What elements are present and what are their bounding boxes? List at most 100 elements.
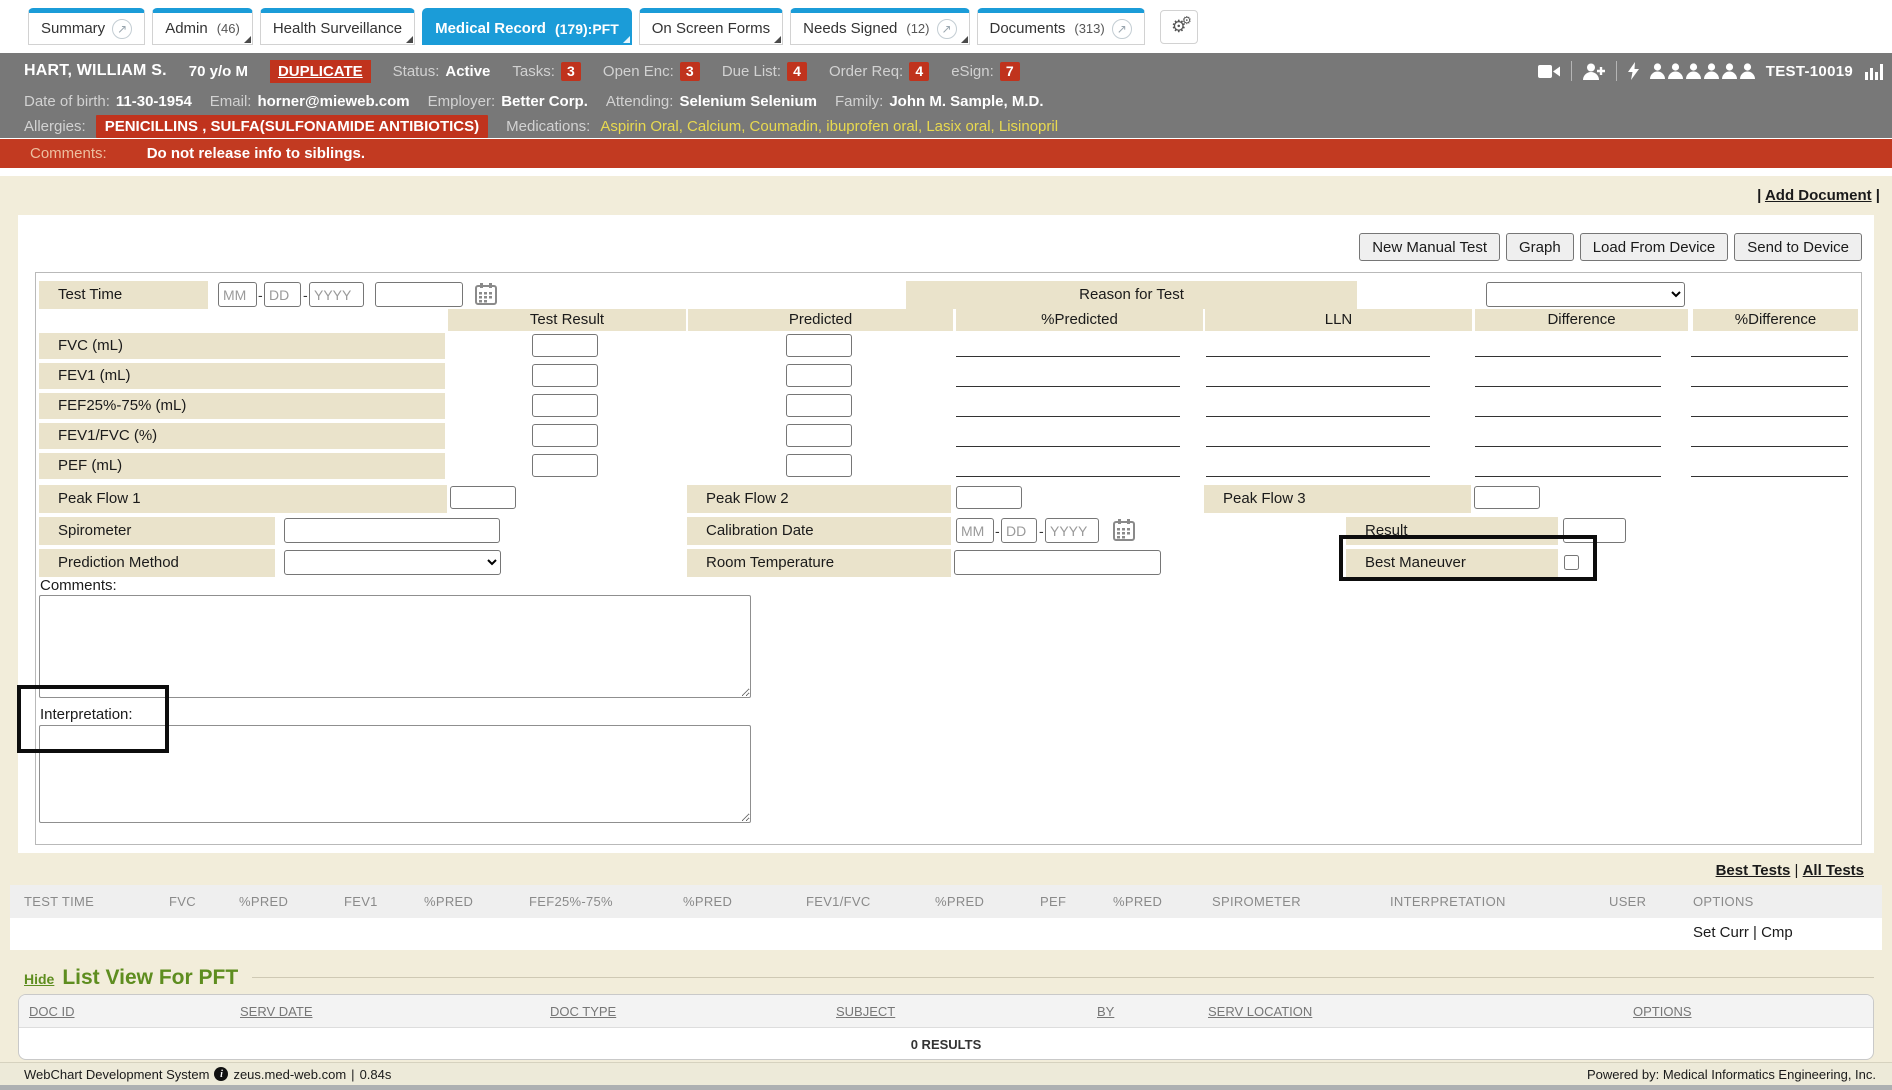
fev1-lln-line (1206, 386, 1430, 387)
peak-flow-2-input[interactable] (956, 486, 1022, 509)
popout-icon[interactable]: ↗ (1112, 19, 1132, 39)
test-time-label: Test Time (39, 281, 208, 309)
fev1fvc-lln-line (1206, 446, 1430, 447)
allergies-value[interactable]: PENICILLINS , SULFA(SULFONAMIDE ANTIBIOT… (96, 115, 488, 138)
new-manual-test-button[interactable]: New Manual Test (1359, 233, 1500, 261)
fev1fvc-predicted-input[interactable] (786, 424, 852, 447)
test-time-day-input[interactable] (264, 282, 301, 307)
tab-documents[interactable]: Documents (313) ↗ (977, 8, 1145, 45)
calendar-icon[interactable] (1113, 518, 1135, 542)
status-label: Status: (393, 63, 440, 80)
fvc-predicted-input[interactable] (786, 334, 852, 357)
calendar-icon[interactable] (475, 282, 497, 306)
popout-icon[interactable]: ↗ (937, 19, 957, 39)
results-col-fef: FEF25%-75% (529, 894, 613, 909)
due-list-badge[interactable]: 4 (787, 62, 807, 81)
add-document-link[interactable]: | Add Document | (1757, 187, 1880, 204)
pef-pct-predicted-line (956, 476, 1180, 477)
all-tests-link[interactable]: All Tests (1803, 862, 1864, 879)
fef-lln-line (1206, 416, 1430, 417)
load-from-device-button[interactable]: Load From Device (1580, 233, 1729, 261)
interpretation-textarea[interactable] (39, 725, 751, 823)
results-col-test-time: TEST TIME (24, 894, 94, 909)
patient-age-sex: 70 y/o M (189, 63, 248, 80)
test-time-month-input[interactable] (218, 282, 257, 307)
fef-test-result-input[interactable] (532, 394, 598, 417)
pef-test-result-input[interactable] (532, 454, 598, 477)
tab-summary[interactable]: Summary ↗ (28, 8, 145, 45)
comments-textarea[interactable] (39, 595, 751, 698)
fvc-test-result-input[interactable] (532, 334, 598, 357)
spirometer-input[interactable] (284, 518, 500, 543)
test-time-time-input[interactable] (375, 282, 463, 307)
pft-row-fef: FEF25%-75% (mL) (36, 393, 1861, 421)
peak-flow-1-input[interactable] (450, 486, 516, 509)
user-icon (1686, 63, 1701, 79)
pef-lln-line (1206, 476, 1430, 477)
date-separator: - (303, 287, 308, 303)
doc-col-subject[interactable]: SUBJECT (836, 1004, 895, 1019)
bar-chart-icon[interactable] (1864, 62, 1884, 80)
esign-badge[interactable]: 7 (1000, 62, 1020, 81)
empty-results-row: 0 RESULTS (19, 1028, 1873, 1060)
tab-admin[interactable]: Admin (46) (152, 8, 253, 45)
fef-predicted-input[interactable] (786, 394, 852, 417)
due-list-label: Due List: (722, 63, 781, 80)
order-req-badge[interactable]: 4 (909, 62, 929, 81)
results-col-spirometer: SPIROMETER (1212, 894, 1301, 909)
interpretation-label: Interpretation: (40, 706, 133, 723)
bottom-strip (0, 1085, 1892, 1090)
graph-button[interactable]: Graph (1506, 233, 1574, 261)
list-view-title: List View For PFT (62, 966, 238, 990)
tab-on-screen-forms[interactable]: On Screen Forms (639, 8, 783, 45)
add-user-icon[interactable] (1583, 63, 1605, 80)
row-label: FVC (mL) (39, 333, 445, 359)
popout-icon[interactable]: ↗ (112, 19, 132, 39)
tab-fold-icon (406, 36, 413, 43)
divider (1616, 61, 1617, 81)
tasks-badge[interactable]: 3 (561, 62, 581, 81)
user-count-icons (1650, 63, 1755, 79)
send-to-device-button[interactable]: Send to Device (1734, 233, 1862, 261)
fev1fvc-test-result-input[interactable] (532, 424, 598, 447)
duplicate-flag[interactable]: DUPLICATE (270, 60, 371, 83)
medications-value[interactable]: Aspirin Oral, Calcium, Coumadin, ibuprof… (600, 118, 1058, 135)
best-tests-link[interactable]: Best Tests (1716, 862, 1791, 879)
doc-col-serv-date[interactable]: SERV DATE (240, 1004, 312, 1019)
prediction-method-select[interactable] (284, 550, 501, 575)
result-input[interactable] (1563, 518, 1626, 543)
set-curr-cmp-link[interactable]: Set Curr | Cmp (1693, 924, 1793, 941)
tab-medical-record[interactable]: Medical Record (179):PFT (422, 8, 632, 45)
date-separator: - (995, 523, 1000, 539)
video-camera-icon[interactable] (1538, 64, 1560, 79)
comments-banner-label: Comments: (30, 145, 107, 162)
email-value: horner@mieweb.com (257, 93, 409, 110)
calibration-month-input[interactable] (956, 518, 994, 543)
hide-link[interactable]: Hide (24, 971, 54, 987)
settings-gear-button[interactable]: ⚙ ⚙ (1160, 10, 1198, 44)
best-maneuver-checkbox[interactable] (1564, 555, 1579, 570)
tab-needs-signed[interactable]: Needs Signed (12) ↗ (790, 8, 969, 45)
pft-toolbar: New Manual Test Graph Load From Device S… (1359, 233, 1862, 261)
open-enc-badge[interactable]: 3 (680, 62, 700, 81)
doc-col-doc-id[interactable]: DOC ID (29, 1004, 75, 1019)
pef-predicted-input[interactable] (786, 454, 852, 477)
peak-flow-3-input[interactable] (1474, 486, 1540, 509)
doc-col-serv-location[interactable]: SERV LOCATION (1208, 1004, 1312, 1019)
test-time-year-input[interactable] (309, 282, 364, 307)
tab-health-surveillance[interactable]: Health Surveillance (260, 8, 415, 45)
reason-for-test-select[interactable] (1486, 282, 1685, 307)
fev1-predicted-input[interactable] (786, 364, 852, 387)
divider (1571, 61, 1572, 81)
lightning-icon[interactable] (1628, 62, 1639, 80)
doc-col-by[interactable]: BY (1097, 1004, 1114, 1019)
fev1-test-result-input[interactable] (532, 364, 598, 387)
room-temperature-input[interactable] (954, 550, 1161, 575)
calibration-day-input[interactable] (1001, 518, 1037, 543)
tab-needs-label: Needs Signed (803, 20, 897, 37)
doc-col-doc-type[interactable]: DOC TYPE (550, 1004, 616, 1019)
doc-col-options[interactable]: OPTIONS (1633, 1004, 1692, 1019)
tab-fold-icon (244, 36, 251, 43)
calibration-year-input[interactable] (1045, 518, 1099, 543)
footer-bar: WebChart Development System i zeus.med-w… (0, 1062, 1892, 1085)
